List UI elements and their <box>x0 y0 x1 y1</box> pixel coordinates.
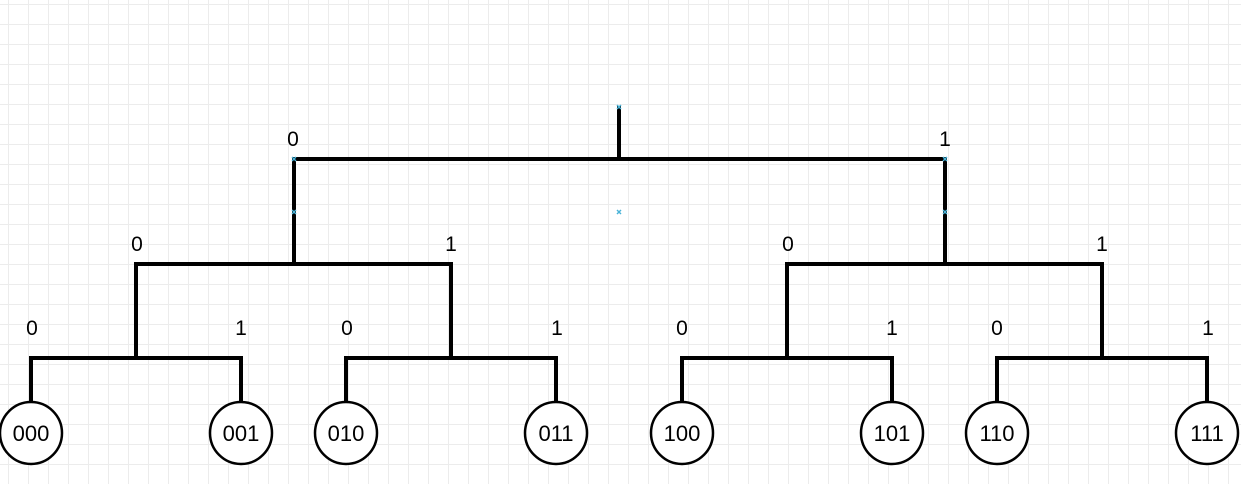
edge-label-level-2-a-right: 1 <box>445 233 457 256</box>
leaf-label: 100 <box>664 421 701 446</box>
binary-tree-diagram: 0 1 0 1 0 1 0 1 0 1 0 1 0 1 000 001 010 … <box>0 104 1240 466</box>
edge-label-level-2-b-right: 1 <box>1096 233 1108 256</box>
edge-label-level-3-c-right: 1 <box>886 317 898 340</box>
edge-label-level-3-d-left: 0 <box>991 317 1003 340</box>
edge-label-level-1-right: 1 <box>939 128 951 151</box>
edge-label-level-3-b-right: 1 <box>551 317 563 340</box>
leaf-label: 101 <box>874 421 911 446</box>
edge-label-level-2-a-left: 0 <box>131 233 143 256</box>
level-2-left-branch[interactable] <box>134 262 453 360</box>
edge-label-level-3-a-left: 0 <box>26 317 38 340</box>
edge-label-level-3-a-right: 1 <box>235 317 247 340</box>
leaf-node[interactable]: 000 <box>0 400 64 466</box>
leaf-label: 000 <box>13 421 50 446</box>
leaf-node[interactable]: 100 <box>649 400 715 466</box>
level-3-branch-2[interactable] <box>344 356 558 404</box>
edge-label-level-3-d-right: 1 <box>1202 317 1214 340</box>
edge-label-level-3-c-left: 0 <box>676 317 688 340</box>
leaf-label: 011 <box>538 421 573 446</box>
level-3-branch-3[interactable] <box>680 356 894 404</box>
level-2-right-branch[interactable] <box>785 262 1104 360</box>
edge-label-level-2-b-left: 0 <box>782 233 794 256</box>
leaf-node[interactable]: 111 <box>1174 400 1240 466</box>
leaf-label: 001 <box>223 421 260 446</box>
diagram-canvas[interactable]: 0 1 0 1 0 1 0 1 0 1 0 1 0 1 000 001 010 … <box>0 0 1241 484</box>
leaf-node[interactable]: 010 <box>313 400 379 466</box>
leaf-node[interactable]: 001 <box>208 400 274 466</box>
leaf-label: 110 <box>979 421 1014 446</box>
leaf-node[interactable]: 011 <box>523 400 589 466</box>
leaf-label: 010 <box>328 421 365 446</box>
leaf-node[interactable]: 110 <box>964 400 1030 466</box>
leaf-label: 111 <box>1190 421 1223 446</box>
leaf-node[interactable]: 101 <box>859 400 925 466</box>
selection-handle-icon[interactable] <box>616 209 622 215</box>
level-3-branch-1[interactable] <box>29 356 243 404</box>
level-1-branch[interactable] <box>292 106 947 266</box>
level-3-branch-4[interactable] <box>995 356 1209 404</box>
edge-label-level-3-b-left: 0 <box>341 317 353 340</box>
edge-label-level-1-left: 0 <box>287 128 299 151</box>
